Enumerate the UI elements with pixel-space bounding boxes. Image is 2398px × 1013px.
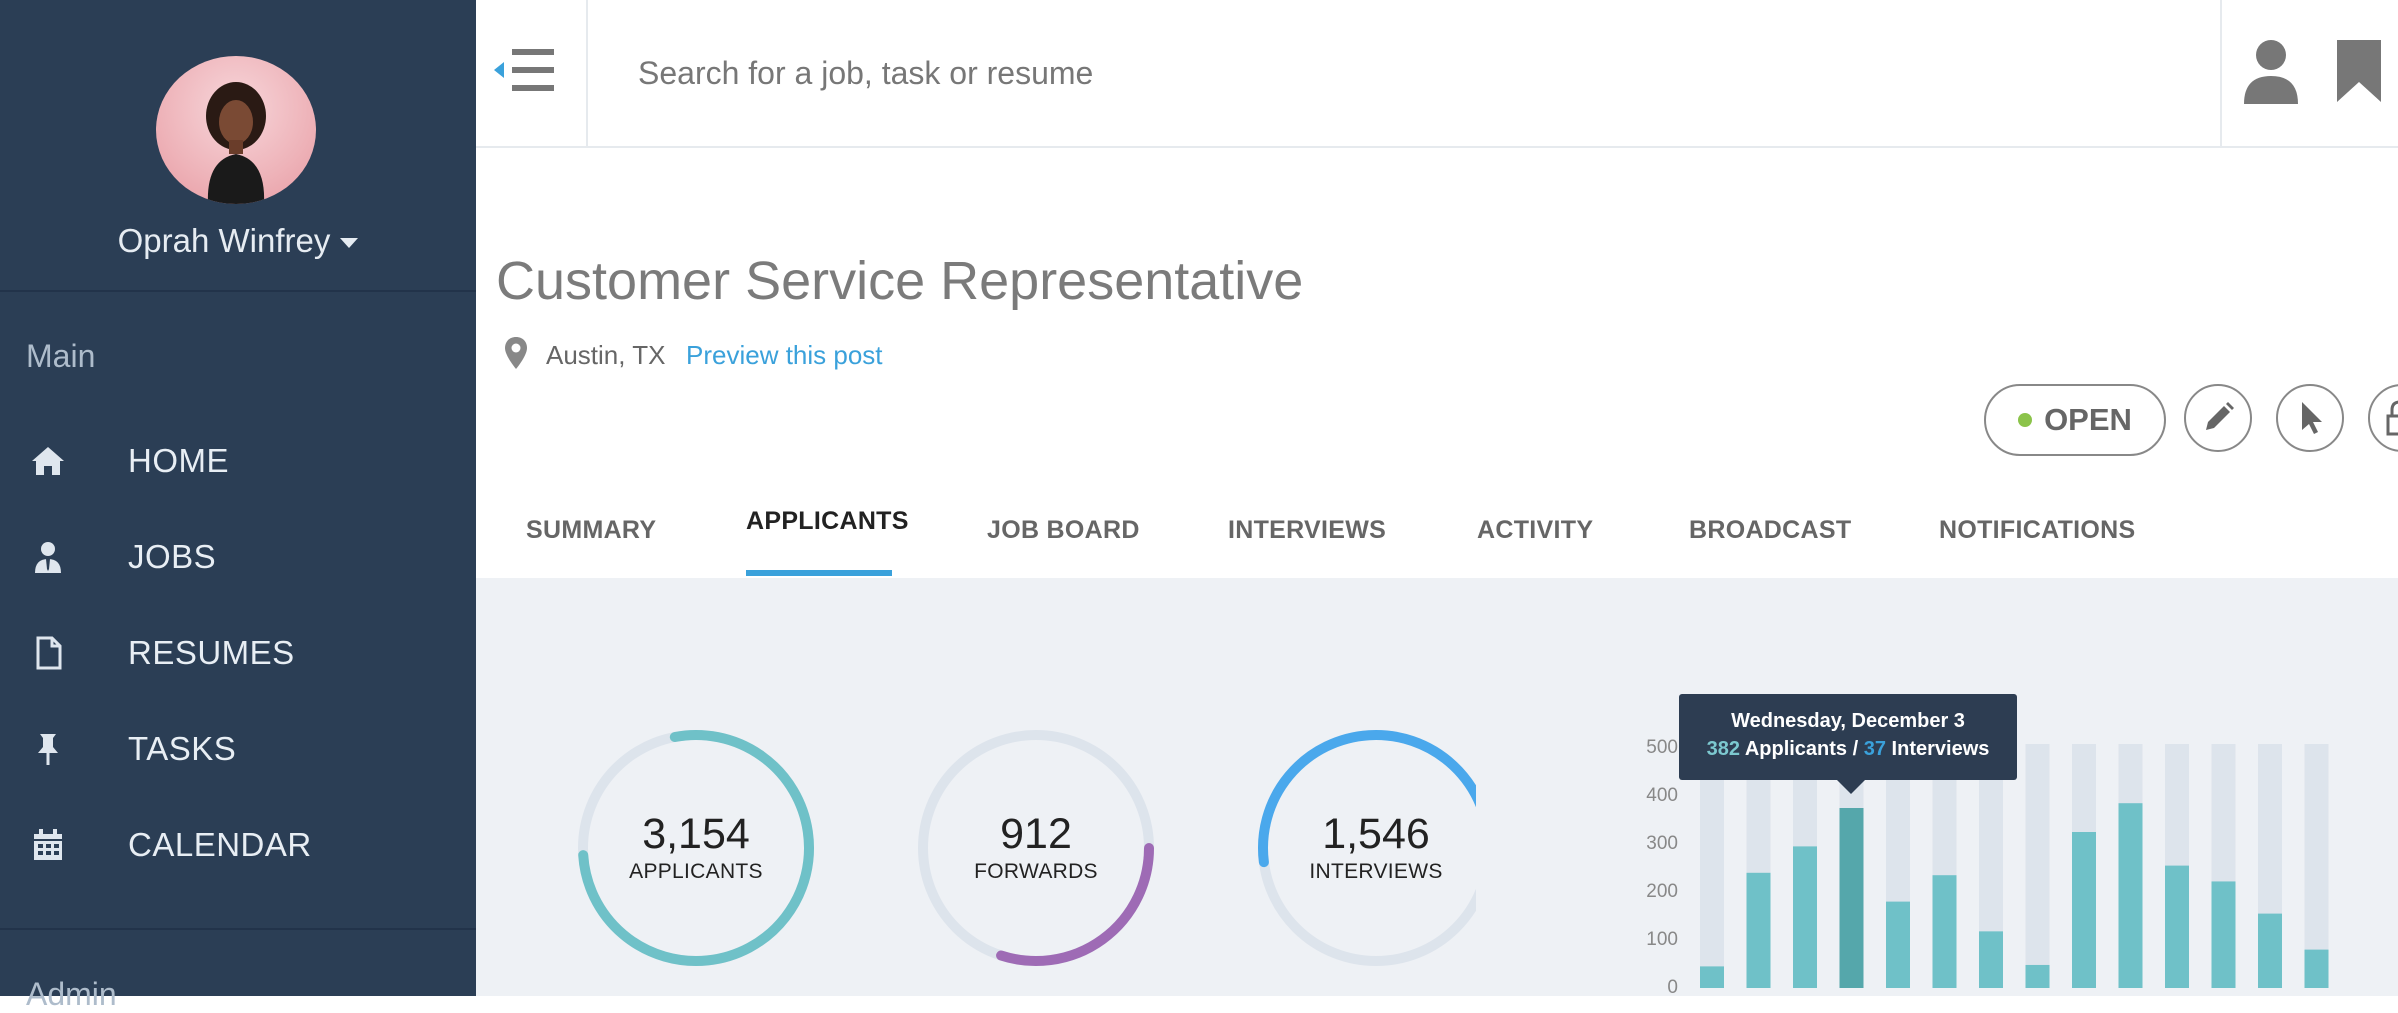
section-label-admin: Admin	[26, 976, 117, 1012]
sidebar-item-label: HOME	[128, 442, 229, 479]
select-button[interactable]	[2276, 384, 2344, 452]
sidebar: Oprah Winfrey Main HOME JOBS RESUMES TAS…	[0, 0, 476, 1012]
bar[interactable]	[2072, 832, 2096, 988]
search-input[interactable]	[636, 40, 1640, 106]
tooltip-applicants-value: 382	[1706, 738, 1740, 760]
menu-toggle-button[interactable]	[476, 0, 588, 146]
avatar-photo	[206, 82, 266, 204]
active-tab-indicator	[746, 570, 892, 576]
stat-value-applicants: 3,154	[642, 810, 750, 858]
bar[interactable]	[1839, 808, 1864, 988]
bar[interactable]	[2211, 881, 2236, 988]
sidebar-item-label: CALENDAR	[128, 826, 312, 863]
user-name: Oprah Winfrey	[117, 222, 331, 259]
y-tick-label: 500	[1646, 737, 1678, 758]
lock-icon	[2386, 400, 2398, 436]
sidebar-item-calendar[interactable]: CALENDAR	[0, 810, 476, 880]
sidebar-item-resumes[interactable]: RESUMES	[0, 618, 476, 688]
sidebar-item-label: JOBS	[128, 538, 217, 575]
tooltip-date: Wednesday, December 3	[1731, 710, 1965, 732]
bar-track	[1700, 744, 1724, 988]
stat-label-applicants: APPLICANTS	[629, 860, 763, 883]
user-tie-icon	[35, 542, 61, 573]
tooltip-values: 382 Applicants / 37 Interviews	[1679, 738, 2017, 761]
stat-label-interviews: INTERVIEWS	[1309, 860, 1443, 883]
pencil-icon	[2206, 402, 2234, 430]
tab-bar: SUMMARY APPLICANTS JOB BOARD INTERVIEWS …	[476, 480, 2398, 578]
divider	[0, 290, 476, 292]
bar[interactable]	[1932, 875, 1957, 988]
tooltip-interviews-value: 37	[1863, 738, 1886, 760]
bar[interactable]	[2118, 803, 2143, 988]
bar[interactable]	[1886, 901, 1910, 988]
top-bar-actions	[2220, 0, 2398, 146]
tab-job-board[interactable]: JOB BOARD	[987, 516, 1140, 545]
location-pin-icon	[505, 337, 527, 369]
bar[interactable]	[1979, 931, 2003, 988]
tooltip-applicants-label: Applicants /	[1744, 738, 1859, 760]
avatar[interactable]	[156, 56, 316, 204]
status-dot	[2018, 413, 2033, 427]
caret-down-icon	[340, 238, 359, 249]
stats-rings	[578, 730, 1476, 966]
tab-summary[interactable]: SUMMARY	[526, 516, 656, 545]
divider	[0, 928, 476, 930]
sidebar-item-tasks[interactable]: TASKS	[0, 714, 476, 784]
bar-track	[2025, 744, 2050, 988]
calendar-icon	[34, 829, 62, 860]
bar[interactable]	[1793, 846, 1817, 988]
sidebar-item-jobs[interactable]: JOBS	[0, 522, 476, 592]
y-tick-label: 400	[1646, 785, 1678, 806]
status-toggle-button[interactable]: OPEN	[1984, 384, 2166, 456]
document-icon	[36, 636, 62, 670]
user-icon[interactable]	[2242, 38, 2300, 104]
bar[interactable]	[2258, 913, 2282, 988]
bar[interactable]	[2025, 964, 2050, 988]
user-menu[interactable]: Oprah Winfrey	[0, 222, 476, 260]
tab-interviews[interactable]: INTERVIEWS	[1228, 516, 1386, 545]
tab-broadcast[interactable]: BROADCAST	[1689, 516, 1851, 545]
edit-button[interactable]	[2184, 384, 2252, 452]
y-tick-label: 100	[1646, 929, 1678, 950]
sidebar-item-home[interactable]: HOME	[0, 426, 476, 496]
lock-button[interactable]	[2368, 384, 2398, 452]
job-location: Austin, TX	[546, 340, 666, 370]
tab-notifications[interactable]: NOTIFICATIONS	[1939, 516, 2135, 545]
cursor-icon	[2302, 402, 2322, 434]
bar[interactable]	[2165, 865, 2189, 988]
tooltip-interviews-label: Interviews	[1891, 738, 1990, 760]
bar[interactable]	[1700, 966, 1724, 988]
preview-post-link[interactable]: Preview this post	[686, 340, 883, 371]
stat-value-interviews: 1,546	[1322, 810, 1430, 858]
sidebar-item-label: TASKS	[128, 730, 237, 767]
section-label-main: Main	[26, 338, 96, 374]
bar[interactable]	[2304, 949, 2329, 988]
status-label: OPEN	[2044, 402, 2132, 437]
chart-tooltip: Wednesday, December 3 382 Applicants / 3…	[1679, 694, 2017, 794]
pin-icon	[38, 734, 58, 765]
y-tick-label: 300	[1646, 833, 1678, 854]
home-icon	[32, 447, 64, 475]
tab-applicants[interactable]: APPLICANTS	[746, 507, 909, 536]
collapse-menu-icon	[494, 49, 554, 91]
bookmark-icon[interactable]	[2334, 38, 2384, 104]
sidebar-item-label: RESUMES	[128, 634, 295, 671]
y-tick-label: 200	[1646, 881, 1678, 902]
page-title: Customer Service Representative	[496, 251, 1304, 311]
bar[interactable]	[1746, 872, 1771, 988]
stat-value-forwards: 912	[1000, 810, 1072, 858]
stat-label-forwards: FORWARDS	[974, 860, 1098, 883]
tab-activity[interactable]: ACTIVITY	[1477, 516, 1593, 545]
top-bar	[476, 0, 2398, 148]
